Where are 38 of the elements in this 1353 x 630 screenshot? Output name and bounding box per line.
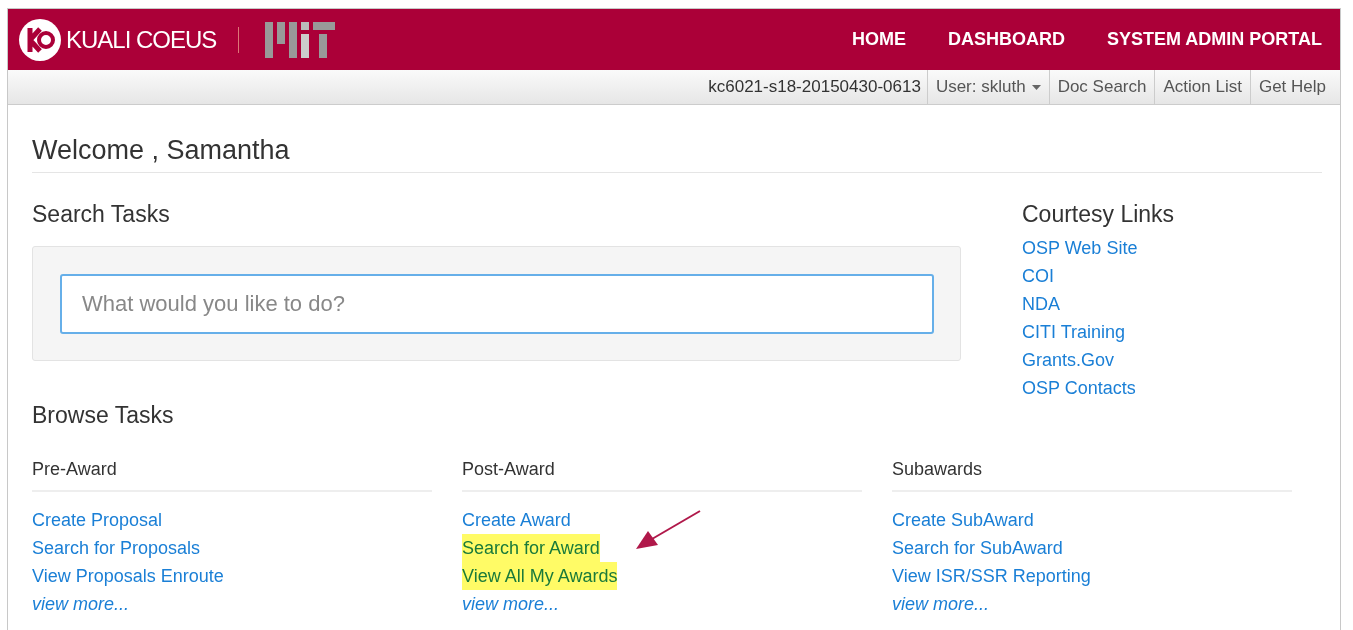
courtesy-link[interactable]: Grants.Gov [1022,346,1115,374]
caret-icon [1031,84,1041,90]
column-heading: Pre-Award [32,459,432,492]
task-link[interactable]: Search for Proposals [32,534,201,562]
institution-logo-icon [265,19,336,60]
toolbar-button[interactable]: Get Help [1249,70,1334,104]
build-label: kc6021-s18-20150430-0613 [708,77,922,97]
brand-logo-icon [18,17,62,62]
column-heading: Subawards [892,459,1292,492]
toolbar-button[interactable]: Action List [1154,70,1250,104]
courtesy-link[interactable]: NDA [1022,290,1060,318]
task-link[interactable]: View Proposals Enroute [32,562,224,590]
brand-name: KUALI COEUS [66,25,217,54]
section-heading: Browse Tasks [32,402,175,429]
task-link[interactable]: Create SubAward [892,506,1034,534]
view-more-link[interactable]: view more... [892,590,990,618]
courtesy-link[interactable]: OSP Web Site [1022,234,1138,262]
nav-link[interactable]: SYSTEM ADMIN PORTAL [1107,29,1322,50]
task-link[interactable]: Create Award [462,506,571,534]
welcome-heading: Welcome , Samantha [32,135,1322,173]
nav-link[interactable]: HOME [852,29,906,50]
nav-link[interactable]: DASHBOARD [948,29,1065,50]
view-more-link[interactable]: view more... [462,590,560,618]
courtesy-link[interactable]: OSP Contacts [1022,374,1136,402]
search-field[interactable]: What would you like to do? [60,274,934,334]
view-more-link[interactable]: view more... [32,590,130,618]
task-link[interactable]: View All My Awards [462,562,618,590]
toolbar-button[interactable]: Doc Search [1048,70,1155,104]
user-menu-button[interactable]: User: skluth [926,70,1049,104]
task-link[interactable]: Create Proposal [32,506,163,534]
task-link[interactable]: Search for SubAward [892,534,1063,562]
task-link[interactable]: Search for Award [462,534,600,562]
column-heading: Post-Award [462,459,862,492]
task-link[interactable]: View ISR/SSR Reporting [892,562,1091,590]
courtesy-link[interactable]: COI [1022,262,1054,290]
section-heading: Search Tasks [32,201,171,228]
section-heading: Courtesy Links [1022,201,1176,228]
courtesy-link[interactable]: CITI Training [1022,318,1126,346]
